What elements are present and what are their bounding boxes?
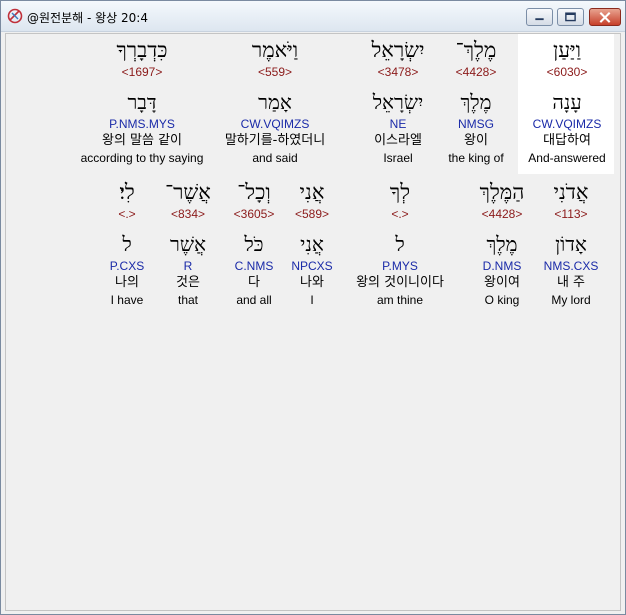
hebrew-word: כִּדְבָרְךָ bbox=[116, 38, 168, 62]
strong-number: <4428> bbox=[481, 207, 523, 221]
strong-number: <4428> bbox=[455, 65, 497, 79]
lemma-word: דָּבָר bbox=[127, 90, 157, 114]
english-gloss: And-answered bbox=[528, 151, 606, 165]
english-gloss: the king of bbox=[448, 151, 504, 165]
english-gloss: O king bbox=[484, 293, 520, 307]
parse-code: P.MYS bbox=[382, 259, 418, 273]
close-button[interactable] bbox=[589, 8, 621, 26]
english-gloss: and said bbox=[252, 151, 298, 165]
app-window: @원전분해 - 왕상 20:4 וַיַּעַן <6030> עָנָה CW.VQ… bbox=[0, 0, 626, 615]
parse-code: NMSG bbox=[458, 117, 494, 131]
word-column[interactable]: וַיֹּאמֶר <559> אָמַר CW.VQIMZS 말하기를-하였더니 and… bbox=[200, 36, 350, 166]
korean-gloss: 말하기를-하였더니 bbox=[224, 133, 326, 148]
word-column[interactable]: אֲשֶׁר־ <834> אֲשֶׁר R 것은 that bbox=[158, 178, 218, 308]
hebrew-word: מֶלֶךְ־ bbox=[455, 38, 497, 62]
korean-gloss: 왕의 말씀 같이 bbox=[101, 133, 183, 148]
word-column[interactable]: לְךָ <.> ל P.MYS 왕의 것이니이다 am thine bbox=[340, 178, 460, 308]
parse-code: NPCXS bbox=[291, 259, 333, 273]
lemma-word: ל bbox=[395, 232, 405, 256]
korean-gloss: 이스라엘 bbox=[374, 133, 422, 148]
lemma-word: כֹּל bbox=[244, 232, 264, 256]
app-logo-icon bbox=[7, 8, 23, 24]
lemma-word: יִשְׂרָאֵל bbox=[372, 90, 424, 114]
word-column[interactable]: יִשְׂרָאֵל <3478> יִשְׂרָאֵל NE 이스라엘 Israel bbox=[353, 36, 443, 166]
close-icon bbox=[599, 12, 611, 23]
parse-code: C.NMS bbox=[234, 259, 274, 273]
parse-code: P.NMS.MYS bbox=[109, 117, 175, 131]
lemma-word: אֲשֶׁר bbox=[170, 232, 206, 256]
word-column[interactable]: אֲנִי <589> אֲנִי NPCXS 나와 I bbox=[282, 178, 342, 308]
lemma-word: מֶלֶךְ bbox=[486, 232, 518, 256]
korean-gloss: 대답하여 bbox=[543, 133, 591, 148]
hebrew-word: יִשְׂרָאֵל bbox=[371, 38, 425, 62]
word-column[interactable]: כִּדְבָרְךָ <1697> דָּבָר P.NMS.MYS 왕의 말씀 같이… bbox=[62, 36, 222, 166]
english-gloss: according to thy saying bbox=[80, 151, 204, 165]
hebrew-word: וְכָל־ bbox=[237, 180, 271, 204]
word-column[interactable]: הַמֶּלֶךְ <4428> מֶלֶךְ D.NMS 왕이여 O king bbox=[462, 178, 542, 308]
english-gloss: I bbox=[310, 293, 314, 307]
strong-number: <1697> bbox=[121, 65, 163, 79]
parse-code: CW.VQIMZS bbox=[240, 117, 310, 131]
korean-gloss: 것은 bbox=[176, 275, 200, 290]
parse-code: CW.VQIMZS bbox=[532, 117, 602, 131]
strong-number: <559> bbox=[257, 65, 293, 79]
minimize-icon bbox=[535, 18, 544, 21]
hebrew-word: אֲדֹנִי bbox=[553, 180, 589, 204]
korean-gloss: 왕의 것이니이다 bbox=[356, 275, 444, 290]
hebrew-word: לִי׃ bbox=[119, 180, 135, 204]
lemma-word: מֶלֶךְ bbox=[460, 90, 492, 114]
strong-number: <834> bbox=[170, 207, 206, 221]
korean-gloss: 나의 bbox=[115, 275, 139, 290]
word-column[interactable]: וְכָל־ <3605> כֹּל C.NMS 다 and all bbox=[224, 178, 284, 308]
english-gloss: am thine bbox=[376, 293, 424, 307]
english-gloss: I have bbox=[110, 293, 144, 307]
parse-code: P.CXS bbox=[109, 259, 145, 273]
strong-number: <589> bbox=[294, 207, 330, 221]
lemma-word: אֲנִי bbox=[300, 232, 324, 256]
lemma-word: אָדוֹן bbox=[555, 232, 587, 256]
strong-number: <113> bbox=[554, 207, 588, 221]
word-column[interactable]: לִי׃ <.> ל P.CXS 나의 I have bbox=[97, 178, 157, 308]
korean-gloss: 다 bbox=[248, 275, 260, 290]
korean-gloss: 나와 bbox=[300, 275, 324, 290]
maximize-button[interactable] bbox=[557, 8, 584, 26]
strong-number: <3605> bbox=[233, 207, 275, 221]
hebrew-word: לְךָ bbox=[389, 180, 411, 204]
lemma-word: עָנָה bbox=[552, 90, 582, 114]
english-gloss: and all bbox=[236, 293, 272, 307]
strong-number: <6030> bbox=[546, 65, 588, 79]
lemma-word: אָמַר bbox=[258, 90, 292, 114]
korean-gloss: 왕이 bbox=[464, 133, 488, 148]
minimize-button[interactable] bbox=[526, 8, 553, 26]
english-gloss: that bbox=[177, 293, 198, 307]
hebrew-word: אֲשֶׁר־ bbox=[165, 180, 211, 204]
parse-code: R bbox=[183, 259, 193, 273]
strong-number: <.> bbox=[391, 207, 409, 221]
korean-gloss: 왕이여 bbox=[484, 275, 520, 290]
interlinear-panel[interactable]: וַיַּעַן <6030> עָנָה CW.VQIMZS 대답하여 And-answ… bbox=[5, 33, 621, 611]
word-column[interactable]: וַיַּעַן <6030> עָנָה CW.VQIMZS 대답하여 And-answ… bbox=[519, 36, 615, 166]
english-gloss: My lord bbox=[551, 293, 591, 307]
word-column[interactable]: אֲדֹנִי <113> אָדוֹן NMS.CXS 내 주 My lord bbox=[531, 178, 611, 308]
hebrew-word: אֲנִי bbox=[299, 180, 325, 204]
parse-code: D.NMS bbox=[482, 259, 522, 273]
hebrew-word: וַיֹּאמֶר bbox=[251, 38, 299, 62]
strong-number: <3478> bbox=[377, 65, 419, 79]
title-bar[interactable]: @원전분해 - 왕상 20:4 bbox=[1, 1, 625, 32]
window-title: @원전분해 - 왕상 20:4 bbox=[27, 11, 148, 25]
parse-code: NE bbox=[389, 117, 407, 131]
parse-code: NMS.CXS bbox=[543, 259, 599, 273]
maximize-icon bbox=[565, 12, 576, 22]
korean-gloss: 내 주 bbox=[556, 275, 586, 290]
hebrew-word: וַיַּעַן bbox=[552, 38, 582, 62]
english-gloss: Israel bbox=[383, 151, 413, 165]
lemma-word: ל bbox=[122, 232, 132, 256]
strong-number: <.> bbox=[118, 207, 136, 221]
hebrew-word: הַמֶּלֶךְ bbox=[479, 180, 525, 204]
word-column[interactable]: מֶלֶךְ־ <4428> מֶלֶךְ NMSG 왕이 the king of bbox=[431, 36, 521, 166]
